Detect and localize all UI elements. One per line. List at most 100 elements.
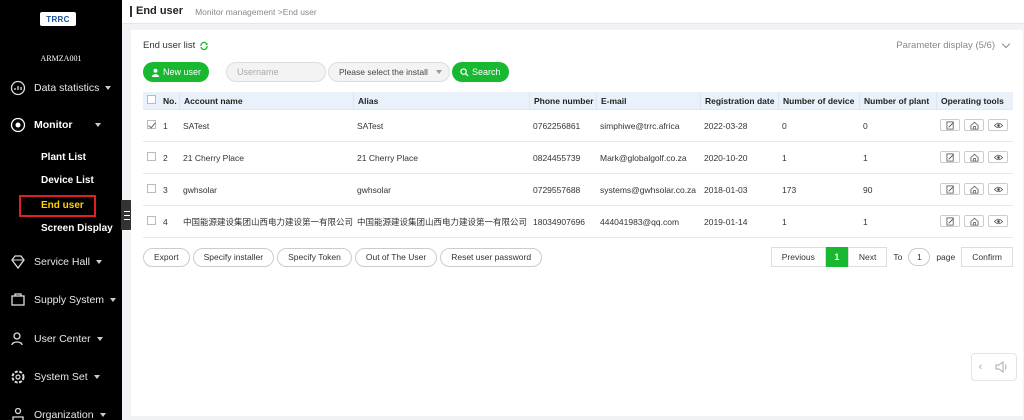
row-checkbox[interactable] bbox=[143, 120, 159, 131]
list-title: End user list bbox=[143, 40, 209, 51]
sidebar-item-user-center[interactable]: User Center bbox=[0, 328, 122, 350]
edit-icon[interactable] bbox=[940, 215, 960, 228]
sidebar-item-supply-system[interactable]: Supply System bbox=[0, 289, 122, 311]
sidebar-item-service-hall[interactable]: Service Hall bbox=[0, 251, 122, 273]
col-alias: Alias bbox=[353, 92, 529, 109]
chevron-left-icon: ‹ bbox=[978, 361, 983, 373]
row-operating-tools bbox=[936, 119, 1013, 132]
table-row[interactable]: 2 21 Cherry Place 21 Cherry Place 082445573… bbox=[143, 142, 1013, 174]
new-user-button[interactable]: New user bbox=[143, 62, 210, 82]
chevron-down-icon bbox=[96, 260, 103, 264]
row-email: systems@gwhsolar.co.za bbox=[600, 184, 697, 195]
chevron-down-icon bbox=[1001, 39, 1011, 49]
chevron-down-icon bbox=[110, 298, 117, 302]
sidebar-item-label: Monitor bbox=[34, 119, 73, 131]
export-button[interactable]: Export bbox=[143, 247, 190, 267]
sidebar-item-data-statistics[interactable]: Data statistics bbox=[0, 77, 122, 99]
sidebar-item-system-set[interactable]: System Set bbox=[0, 366, 122, 388]
row-registration-date: 2020-10-20 bbox=[704, 152, 748, 163]
row-checkbox[interactable] bbox=[143, 216, 159, 227]
chevron-down-icon bbox=[96, 337, 103, 341]
reset-password-button[interactable]: Reset user password bbox=[440, 247, 543, 267]
floating-widget[interactable]: ‹ bbox=[971, 353, 1017, 381]
table-row[interactable]: 4 中国能源建设集团山西电力建设第一有限公司 中国能源建设集团山西电力建设第一有限公… bbox=[143, 206, 1013, 238]
sidebar-item-label: Supply System bbox=[34, 294, 105, 306]
param-display-label: Parameter display (5/6) bbox=[896, 40, 995, 51]
chevron-down-icon bbox=[93, 375, 100, 379]
view-eye-icon[interactable] bbox=[988, 119, 1008, 132]
row-registration-date: 2019-01-14 bbox=[704, 216, 748, 227]
row-account-name: 中国能源建设集团山西电力建设第一有限公司 bbox=[183, 216, 353, 227]
goto-label: To bbox=[893, 252, 903, 262]
sidebar-item-organization[interactable]: Organization bbox=[0, 404, 122, 420]
submenu-device-list[interactable]: Device List bbox=[41, 175, 94, 186]
parameter-display-toggle[interactable]: Parameter display (5/6) bbox=[896, 39, 1011, 51]
edit-icon[interactable] bbox=[940, 183, 960, 196]
row-device-count: 173 bbox=[782, 184, 797, 195]
row-email: simphiwe@trrc.africa bbox=[600, 120, 680, 131]
specify-token-button[interactable]: Specify Token bbox=[277, 247, 352, 267]
page-input[interactable]: 1 bbox=[908, 248, 931, 266]
col-phone: Phone number bbox=[529, 92, 596, 109]
view-eye-icon[interactable] bbox=[988, 215, 1008, 228]
confirm-button[interactable]: Confirm bbox=[961, 247, 1013, 267]
toolbar: New user Username Please select the inst… bbox=[143, 62, 509, 82]
view-eye-icon[interactable] bbox=[988, 151, 1008, 164]
sidebar-item-monitor[interactable]: Monitor bbox=[0, 114, 122, 136]
chevron-down-icon bbox=[105, 86, 112, 90]
out-of-the-user-button[interactable]: Out of The User bbox=[354, 247, 438, 267]
table-row[interactable]: 1 SATest SATest 0762256861 simphiwe@trrc.afr… bbox=[143, 110, 1013, 142]
submenu-end-user[interactable]: End user bbox=[41, 200, 84, 211]
row-no: 1 bbox=[163, 120, 168, 131]
row-phone: 0762256861 bbox=[533, 120, 581, 131]
row-account-name: gwhsolar bbox=[183, 184, 218, 195]
home-icon[interactable] bbox=[964, 183, 984, 196]
specify-installer-button[interactable]: Specify installer bbox=[192, 247, 275, 267]
diamond-icon bbox=[10, 254, 26, 270]
username-input[interactable]: Username bbox=[226, 62, 327, 82]
row-registration-date: 2018-01-03 bbox=[704, 184, 748, 195]
home-icon[interactable] bbox=[964, 215, 984, 228]
next-page-button[interactable]: Next bbox=[847, 247, 888, 267]
previous-page-button[interactable]: Previous bbox=[770, 247, 826, 267]
submenu-plant-list[interactable]: Plant List bbox=[41, 152, 86, 163]
home-icon[interactable] bbox=[964, 151, 984, 164]
chevron-down-icon bbox=[435, 70, 442, 74]
row-checkbox[interactable] bbox=[143, 152, 159, 163]
installer-select[interactable]: Please select the install bbox=[328, 62, 451, 82]
row-alias: 中国能源建设集团山西电力建设第一有限公司 bbox=[357, 216, 528, 227]
edit-icon[interactable] bbox=[940, 151, 960, 164]
select-all-checkbox[interactable] bbox=[143, 95, 159, 106]
row-operating-tools bbox=[936, 183, 1013, 196]
gear-icon bbox=[10, 369, 26, 385]
chevron-down-icon bbox=[99, 413, 106, 417]
refresh-icon[interactable] bbox=[199, 41, 209, 51]
row-checkbox[interactable] bbox=[143, 184, 159, 195]
page-label: page bbox=[936, 252, 956, 262]
logo-text: TRRC bbox=[46, 14, 70, 24]
home-icon[interactable] bbox=[964, 119, 984, 132]
row-plant-count: 90 bbox=[863, 184, 873, 195]
pagination: Previous 1 Next To 1 page Confirm bbox=[770, 246, 1013, 268]
view-eye-icon[interactable] bbox=[988, 183, 1008, 196]
table-body: 1 SATest SATest 0762256861 simphiwe@trrc.afr… bbox=[143, 110, 1013, 238]
row-device-count: 0 bbox=[782, 120, 787, 131]
row-phone: 18034907696 bbox=[533, 216, 586, 227]
installer-select-value: Please select the install bbox=[339, 67, 428, 77]
current-page[interactable]: 1 bbox=[825, 247, 848, 267]
sidebar-item-label: Data statistics bbox=[34, 82, 100, 94]
sidebar-item-label: User Center bbox=[34, 333, 91, 345]
edit-icon[interactable] bbox=[940, 119, 960, 132]
row-device-count: 1 bbox=[782, 152, 787, 163]
search-button[interactable]: Search bbox=[452, 62, 509, 82]
col-account-name: Account name bbox=[179, 92, 353, 109]
speaker-icon bbox=[995, 361, 1007, 373]
row-operating-tools bbox=[936, 151, 1013, 164]
submenu-screen-display[interactable]: Screen Display bbox=[41, 223, 113, 234]
chevron-down-icon bbox=[94, 123, 101, 127]
sidebar-item-label: Service Hall bbox=[34, 256, 91, 268]
col-operating-tools: Operating tools bbox=[936, 92, 1013, 109]
breadcrumb: Monitor management >End user bbox=[195, 6, 317, 17]
row-account-name: SATest bbox=[183, 120, 210, 131]
table-row[interactable]: 3 gwhsolar gwhsolar 0729557688 systems@gwhso… bbox=[143, 174, 1013, 206]
